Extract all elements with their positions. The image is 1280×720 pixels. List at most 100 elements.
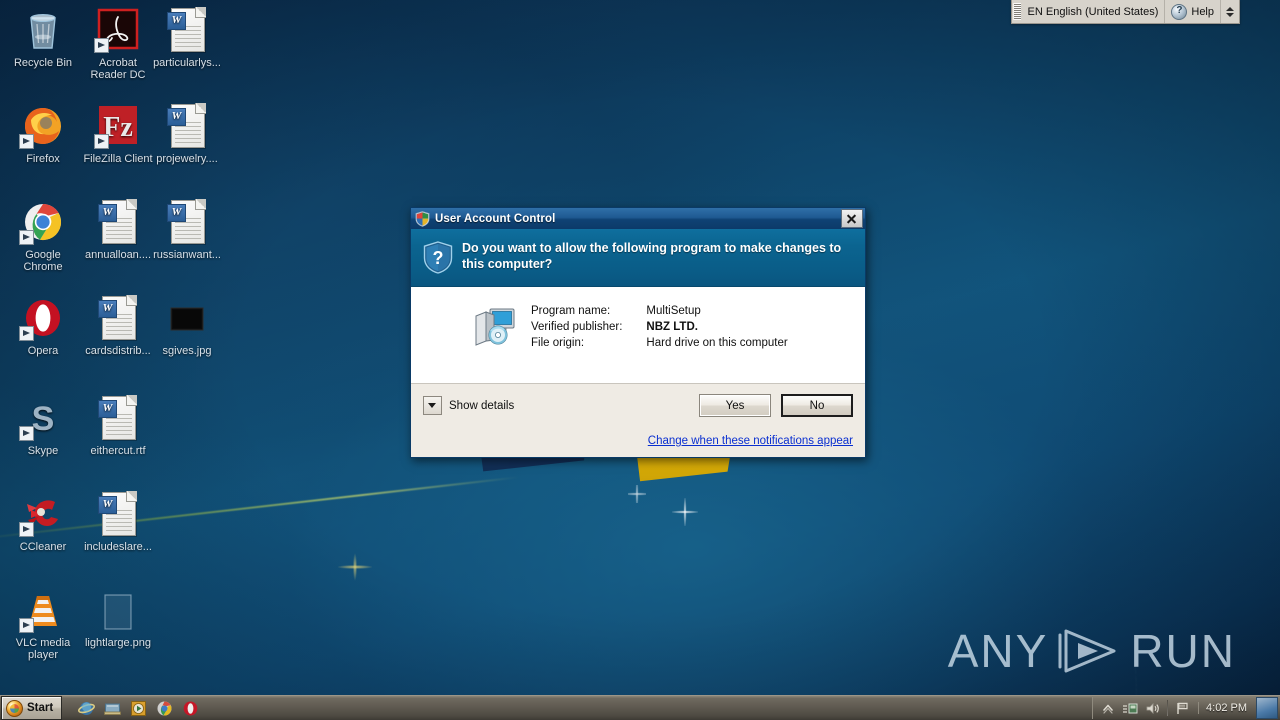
- desktop-icon[interactable]: Acrobat Reader DC: [81, 6, 155, 81]
- desktop-icon[interactable]: Wcardsdistrib...: [81, 294, 155, 357]
- desktop-icon[interactable]: Opera: [6, 294, 80, 357]
- desktop-icon[interactable]: Google Chrome: [6, 198, 80, 273]
- start-button[interactable]: Start: [1, 696, 63, 720]
- desktop-icon[interactable]: Wparticularlys...: [150, 6, 224, 69]
- desktop-icon[interactable]: Recycle Bin: [6, 6, 80, 69]
- language-bar-grip[interactable]: [1012, 3, 1021, 20]
- watermark-text-left: ANY: [947, 625, 1049, 677]
- word-document-icon: W: [163, 102, 211, 150]
- program-setup-icon: [473, 307, 517, 347]
- flag-action-center-icon[interactable]: [1174, 700, 1192, 717]
- firefox-icon: [19, 102, 67, 150]
- uac-body: Program name: MultiSetup Verified publishe…: [411, 287, 865, 384]
- opera-icon: [19, 294, 67, 342]
- windows-media-player-icon[interactable]: [130, 700, 147, 717]
- anyrun-watermark: ANY RUN: [948, 624, 1236, 678]
- show-details-toggle[interactable]: Show details: [423, 396, 514, 415]
- desktop-icon[interactable]: Wannualloan....: [81, 198, 155, 261]
- system-tray: 4:02 PM: [1092, 697, 1280, 719]
- hidden-icons-icon[interactable]: [1099, 700, 1117, 717]
- word-document-icon: W: [167, 7, 206, 52]
- uac-footer: Show details Yes No Change when these no…: [411, 384, 865, 457]
- desktop-screen: ANY RUN Recycle Bin Acrobat Reader DC Wpa…: [0, 0, 1280, 720]
- uac-title-bar[interactable]: User Account Control: [411, 208, 865, 229]
- recycle-bin-icon: [19, 6, 67, 54]
- watermark-text-right: RUN: [1130, 625, 1236, 677]
- uac-detail-key: Program name:: [531, 305, 611, 317]
- word-document-icon: W: [94, 394, 142, 442]
- desktop-icon[interactable]: Wincludeslare...: [81, 490, 155, 553]
- language-bar[interactable]: EN English (United States) Help: [1010, 0, 1240, 24]
- chevron-up-icon: [1226, 6, 1234, 11]
- word-document-icon: W: [98, 295, 137, 340]
- opera-icon[interactable]: [182, 700, 199, 717]
- uac-detail-value: MultiSetup: [646, 305, 701, 317]
- show-desktop-button[interactable]: [1256, 697, 1278, 719]
- help-icon: [1171, 3, 1188, 20]
- desktop-icon-label: VLC media player: [15, 637, 71, 661]
- desktop-icon[interactable]: Fz FileZilla Client: [81, 102, 155, 165]
- shortcut-arrow-icon: [94, 38, 109, 53]
- desktop-icon[interactable]: S Skype: [6, 394, 80, 457]
- desktop-icon[interactable]: VLC media player: [6, 586, 80, 661]
- desktop-icon-label: Acrobat Reader DC: [90, 57, 146, 81]
- desktop-icon[interactable]: Wrussianwant...: [150, 198, 224, 261]
- help-label: Help: [1191, 5, 1214, 18]
- desktop-icon-label: eithercut.rtf: [90, 445, 146, 457]
- google-chrome-icon[interactable]: [156, 700, 173, 717]
- show-desktop-icon[interactable]: [104, 700, 122, 717]
- language-bar-help-button[interactable]: Help: [1165, 0, 1221, 23]
- language-indicator[interactable]: EN English (United States): [1022, 0, 1166, 23]
- uac-header: ? Do you want to allow the following pro…: [411, 229, 865, 287]
- no-button[interactable]: No: [781, 394, 853, 417]
- network-icon[interactable]: [1121, 700, 1139, 717]
- shortcut-arrow-icon: [19, 426, 34, 441]
- word-document-icon: W: [98, 491, 137, 536]
- skype-icon: S: [19, 394, 67, 442]
- desktop-icon-label: projewelry....: [156, 153, 218, 165]
- close-icon[interactable]: [841, 209, 863, 228]
- word-document-icon: W: [94, 198, 142, 246]
- uac-detail-value: NBZ LTD.: [646, 321, 698, 333]
- internet-explorer-icon[interactable]: [78, 700, 96, 717]
- change-notifications-link[interactable]: Change when these notifications appear: [648, 435, 853, 447]
- desktop-icon-label: Recycle Bin: [13, 57, 73, 69]
- desktop-icon-label: Google Chrome: [23, 249, 63, 273]
- desktop-icon[interactable]: sgives.jpg: [150, 294, 224, 357]
- desktop-icon-label: annualloan....: [84, 249, 152, 261]
- desktop-icon-label: lightlarge.png: [84, 637, 152, 649]
- desktop-icon[interactable]: lightlarge.png: [81, 586, 155, 649]
- desktop-icon[interactable]: CCleaner: [6, 490, 80, 553]
- shortcut-arrow-icon: [19, 618, 34, 633]
- word-document-icon: W: [163, 198, 211, 246]
- volume-icon[interactable]: [1143, 700, 1161, 717]
- start-label: Start: [27, 702, 54, 714]
- shortcut-arrow-icon: [19, 230, 34, 245]
- svg-text:S: S: [32, 400, 55, 438]
- play-triangle-icon: [1058, 625, 1120, 677]
- uac-detail-key: Verified publisher:: [531, 321, 623, 333]
- shortcut-arrow-icon: [19, 134, 34, 149]
- word-document-icon: W: [163, 6, 211, 54]
- word-document-icon: W: [98, 395, 137, 440]
- uac-title-label: User Account Control: [435, 212, 556, 225]
- desktop-icon[interactable]: Weithercut.rtf: [81, 394, 155, 457]
- desktop-icon[interactable]: Firefox: [6, 102, 80, 165]
- chevron-down-icon: [1226, 12, 1234, 17]
- language-bar-options-button[interactable]: [1221, 0, 1239, 23]
- desktop-icon-label: sgives.jpg: [162, 345, 212, 357]
- desktop-icon-label: russianwant...: [153, 249, 221, 261]
- desktop-icon-label: FileZilla Client: [83, 153, 153, 165]
- yes-button[interactable]: Yes: [699, 394, 771, 417]
- show-details-label: Show details: [449, 399, 515, 412]
- desktop-icon[interactable]: Wprojewelry....: [150, 102, 224, 165]
- acrobat-reader-icon: [94, 6, 142, 54]
- word-document-icon: W: [94, 490, 142, 538]
- taskbar-clock[interactable]: 4:02 PM: [1198, 702, 1254, 714]
- chevron-down-icon: [423, 396, 442, 415]
- desktop-icon-label: Firefox: [26, 153, 60, 165]
- windows-orb-icon: [6, 699, 23, 717]
- uac-dialog: User Account Control ? Do you want to al…: [410, 207, 866, 458]
- desktop-icon-label: Opera: [27, 345, 59, 357]
- shortcut-arrow-icon: [19, 522, 34, 537]
